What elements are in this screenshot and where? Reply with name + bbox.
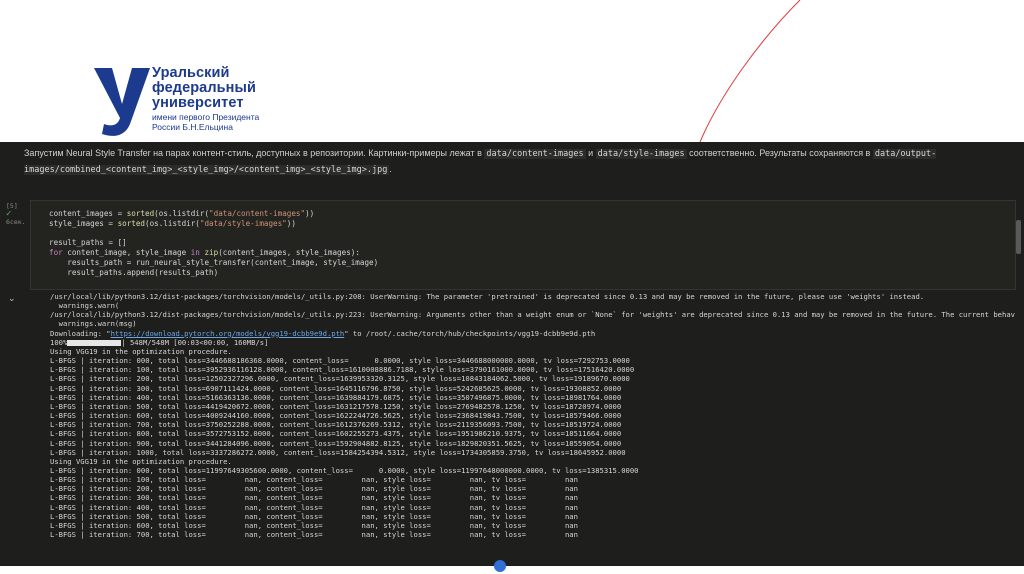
code-token: )): [305, 209, 315, 218]
code-token: "data/content-images": [209, 209, 306, 218]
code-token: "data/style-images": [199, 218, 287, 228]
log-line: L-BFGS | iteration: 400, total loss=5166…: [50, 392, 622, 402]
code-token: zip: [199, 248, 219, 258]
log-line: L-BFGS | iteration: 600, total loss= nan…: [50, 520, 578, 530]
code-token: (content_images, style_images):: [218, 248, 360, 258]
run2-log: L-BFGS | iteration: 000, total loss=1199…: [50, 466, 1020, 539]
output-line: /usr/local/lib/python3.12/dist-packages/…: [50, 310, 1015, 320]
download-link[interactable]: https://download.pytorch.org/models/vgg1…: [111, 329, 345, 338]
exec-time: 6сек.: [6, 218, 26, 226]
md-code-2: data/style-images: [595, 149, 687, 159]
log-line: L-BFGS | iteration: 600, total loss=4009…: [50, 411, 622, 421]
md-text-4: .: [389, 164, 392, 174]
taskbar-app-icon[interactable]: [494, 560, 506, 572]
code-token: style_images =: [49, 218, 118, 228]
log-line: L-BFGS | iteration: 200, total loss= nan…: [50, 484, 578, 494]
output-line: warnings.warn(msg): [50, 319, 137, 329]
download-prefix: Downloading: ": [50, 328, 111, 338]
log-line: L-BFGS | iteration: 1000, total loss=333…: [50, 447, 626, 457]
log-line: L-BFGS | iteration: 800, total loss=3572…: [50, 429, 622, 439]
logo-line-3: университет: [152, 95, 244, 111]
md-text-1: Запустим Neural Style Transfer на парах …: [24, 148, 485, 158]
output-line: Using VGG19 in the optimization procedur…: [50, 456, 232, 466]
urfu-logo-icon: [94, 68, 150, 136]
scrollbar[interactable]: [1016, 220, 1021, 254]
chevron-down-icon[interactable]: ⌄: [8, 293, 16, 304]
check-icon: ✓: [6, 209, 12, 219]
log-line: L-BFGS | iteration: 100, total loss=3952…: [50, 365, 635, 375]
code-token: for: [49, 248, 63, 258]
run1-log: L-BFGS | iteration: 000, total loss=3446…: [50, 356, 1020, 457]
notebook-area: Запустим Neural Style Transfer на парах …: [0, 142, 1024, 566]
md-code-1: data/content-images: [484, 149, 586, 159]
execution-gutter: [5] ✓ 6сек.: [6, 202, 26, 226]
code-token: sorted: [117, 218, 146, 228]
log-line: L-BFGS | iteration: 200, total loss=1250…: [50, 374, 630, 384]
download-suffix: " to /root/.cache/torch/hub/checkpoints/…: [344, 328, 596, 338]
log-line: L-BFGS | iteration: 000, total loss=1199…: [50, 465, 639, 475]
log-line: L-BFGS | iteration: 500, total loss=4419…: [50, 401, 622, 411]
logo-line-1: Уральский: [152, 65, 230, 81]
markdown-cell[interactable]: Запустим Neural Style Transfer на парах …: [24, 146, 1014, 178]
md-text-2: и: [585, 148, 596, 158]
university-name: Уральский федеральный университет имени …: [152, 66, 259, 132]
log-line: L-BFGS | iteration: 900, total loss=3441…: [50, 438, 622, 448]
cell-output: /usr/local/lib/python3.12/dist-packages/…: [50, 292, 1020, 539]
slide-header: Уральский федеральный университет имени …: [0, 0, 1024, 142]
output-line: warnings.warn(: [50, 301, 120, 311]
code-token: )): [286, 218, 296, 228]
code-editor[interactable]: content_images = sorted(os.listdir("data…: [49, 209, 378, 278]
log-line: L-BFGS | iteration: 700, total loss=3750…: [50, 420, 622, 430]
progress-line: 100% | 548M/548M [00:03<00:00, 160MB/s]: [50, 338, 1020, 347]
download-line: Downloading: "https://download.pytorch.o…: [50, 329, 1020, 338]
log-line: L-BFGS | iteration: 000, total loss=3446…: [50, 356, 630, 366]
code-cell[interactable]: content_images = sorted(os.listdir("data…: [30, 200, 1016, 290]
progress-percent: 100%: [50, 337, 68, 347]
log-line: L-BFGS | iteration: 700, total loss= nan…: [50, 530, 578, 540]
progress-text: | 548M/548M [00:03<00:00, 160MB/s]: [121, 337, 269, 347]
code-line: result_paths = []: [49, 238, 127, 248]
output-line: Using VGG19 in the optimization procedur…: [50, 346, 232, 356]
md-text-3: соответственно. Результаты сохраняются в: [686, 148, 873, 158]
taskbar: [0, 560, 1024, 574]
log-line: L-BFGS | iteration: 300, total loss= nan…: [50, 493, 578, 503]
code-token: in: [190, 248, 200, 258]
code-token: content_images =: [49, 209, 127, 218]
code-line: results_path = run_neural_style_transfer…: [49, 257, 379, 267]
logo-line-2: федеральный: [152, 80, 257, 96]
logo-line-5: России Б.Н.Ельцина: [152, 121, 233, 132]
log-line: L-BFGS | iteration: 100, total loss= nan…: [50, 475, 578, 485]
code-line: result_paths.append(results_path): [49, 267, 219, 277]
log-line: L-BFGS | iteration: 400, total loss= nan…: [50, 502, 578, 512]
code-token: (os.listdir(: [154, 209, 210, 218]
code-token: content_image, style_image: [62, 248, 191, 258]
output-line: /usr/local/lib/python3.12/dist-packages/…: [50, 292, 925, 301]
progress-bar: [67, 339, 122, 346]
log-line: L-BFGS | iteration: 500, total loss= nan…: [50, 511, 578, 521]
code-token: (os.listdir(: [145, 218, 200, 228]
code-token: sorted: [126, 209, 155, 218]
log-line: L-BFGS | iteration: 300, total loss=6907…: [50, 383, 622, 393]
